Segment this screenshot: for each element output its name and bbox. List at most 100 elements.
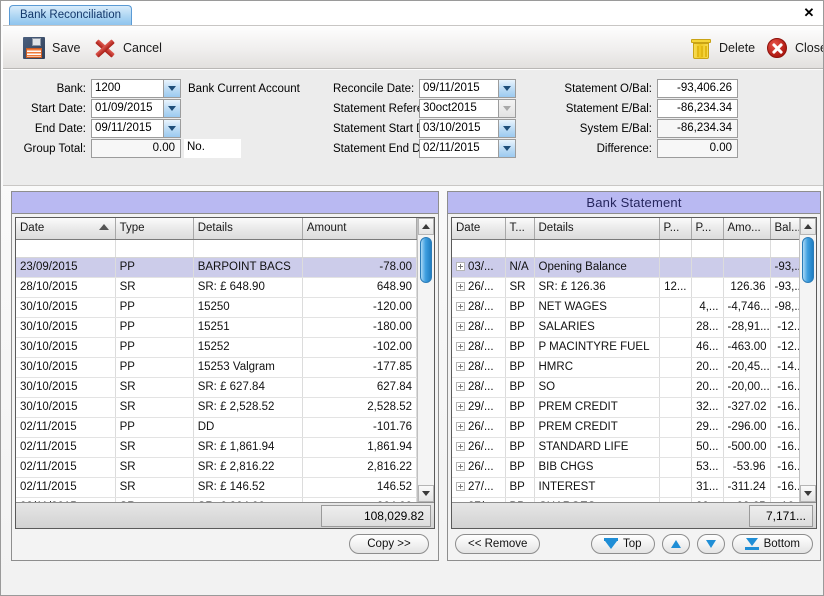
filter-cell-paid-in[interactable] xyxy=(659,239,691,257)
end-date-value[interactable]: 09/11/2015 xyxy=(92,120,163,137)
scroll-down-icon[interactable] xyxy=(800,485,816,502)
expand-row-icon[interactable] xyxy=(456,262,465,271)
right-scroll-thumb[interactable] xyxy=(802,237,814,283)
chevron-down-icon[interactable] xyxy=(163,120,180,137)
copy-button[interactable]: Copy >> xyxy=(349,534,429,554)
move-bottom-button[interactable]: Bottom xyxy=(732,534,813,554)
column-header-amount[interactable]: Amo... xyxy=(723,218,770,239)
save-button[interactable]: Save xyxy=(17,32,85,64)
right-scroll-track[interactable] xyxy=(800,235,816,485)
filter-cell-details[interactable] xyxy=(534,239,659,257)
table-row[interactable]: 02/11/2015PPDD-101.76 xyxy=(16,417,417,437)
chevron-down-icon[interactable] xyxy=(163,80,180,97)
cancel-button[interactable]: Cancel xyxy=(88,32,166,64)
move-down-button[interactable] xyxy=(697,534,725,554)
scroll-up-icon[interactable] xyxy=(800,218,816,235)
table-row[interactable]: 30/10/2015PP15250-120.00 xyxy=(16,297,417,317)
filter-cell-paid-out[interactable] xyxy=(691,239,723,257)
table-row[interactable]: 30/10/2015SRSR: £ 627.84627.84 xyxy=(16,377,417,397)
column-header-type[interactable]: Type xyxy=(115,218,193,239)
table-row[interactable]: 28/...BPNET WAGES4,...-4,746...-98,... xyxy=(452,297,799,317)
statement-start-date-value[interactable]: 03/10/2015 xyxy=(420,120,498,137)
filter-cell-type[interactable] xyxy=(115,239,193,257)
table-row[interactable]: 03/...N/AOpening Balance-93,... xyxy=(452,257,799,277)
left-scroll-thumb[interactable] xyxy=(420,237,432,283)
move-top-button[interactable]: Top xyxy=(591,534,655,554)
chevron-down-icon[interactable] xyxy=(163,100,180,117)
column-header-paid-in[interactable]: P... xyxy=(659,218,691,239)
expand-row-icon[interactable] xyxy=(456,462,465,471)
table-row[interactable]: 26/...BPSTANDARD LIFE50...-500.00-16... xyxy=(452,437,799,457)
column-header-balance[interactable]: Bal... xyxy=(770,218,799,239)
statement-reference-value[interactable]: 30oct2015 xyxy=(420,100,498,117)
table-row[interactable]: 30/10/2015PP15252-102.00 xyxy=(16,337,417,357)
statement-start-date-combo[interactable]: 03/10/2015 xyxy=(419,119,516,138)
column-header-details[interactable]: Details xyxy=(193,218,302,239)
column-header-type[interactable]: T... xyxy=(505,218,534,239)
table-row[interactable]: 02/11/2015SRSR: £ 146.52146.52 xyxy=(16,477,417,497)
table-row[interactable]: 29/...BPPREM CREDIT32...-327.02-16... xyxy=(452,397,799,417)
filter-row[interactable] xyxy=(452,239,799,257)
table-row[interactable]: 02/11/2015SRSR: £ 2,816.222,816.22 xyxy=(16,457,417,477)
table-row[interactable]: 28/10/2015SRSR: £ 648.90648.90 xyxy=(16,277,417,297)
expand-row-icon[interactable] xyxy=(456,282,465,291)
statement-obal-value[interactable]: -93,406.26 xyxy=(657,79,738,98)
start-date-combo[interactable]: 01/09/2015 xyxy=(91,99,181,118)
reconcile-date-combo[interactable]: 09/11/2015 xyxy=(419,79,516,98)
column-header-amount[interactable]: Amount xyxy=(302,218,416,239)
column-header-date[interactable]: Date xyxy=(16,218,115,239)
filter-cell-details[interactable] xyxy=(193,239,302,257)
table-row[interactable]: 23/09/2015PPBARPOINT BACS-78.00 xyxy=(16,257,417,277)
table-row[interactable]: 30/10/2015PP15251-180.00 xyxy=(16,317,417,337)
column-header-details[interactable]: Details xyxy=(534,218,659,239)
expand-row-icon[interactable] xyxy=(456,342,465,351)
statement-reference-combo[interactable]: 30oct2015 xyxy=(419,99,516,118)
expand-row-icon[interactable] xyxy=(456,322,465,331)
scroll-down-icon[interactable] xyxy=(418,485,434,502)
reconcile-date-value[interactable]: 09/11/2015 xyxy=(420,80,498,97)
expand-row-icon[interactable] xyxy=(456,442,465,451)
window-close-icon[interactable]: ✕ xyxy=(801,5,817,21)
filter-cell-date[interactable] xyxy=(16,239,115,257)
left-scroll-track[interactable] xyxy=(418,235,434,485)
filter-row[interactable] xyxy=(16,239,417,257)
filter-cell-type[interactable] xyxy=(505,239,534,257)
delete-button[interactable]: Delete xyxy=(684,32,759,64)
filter-cell-amount[interactable] xyxy=(302,239,416,257)
statement-ebal-value[interactable]: -86,234.34 xyxy=(657,99,738,118)
right-grid-scrollbar[interactable] xyxy=(799,218,816,502)
close-button[interactable]: Close xyxy=(760,32,824,64)
column-header-date[interactable]: Date xyxy=(452,218,505,239)
bank-combo[interactable]: 1200 xyxy=(91,79,181,98)
bank-value[interactable]: 1200 xyxy=(92,80,163,97)
column-header-paid-out[interactable]: P... xyxy=(691,218,723,239)
table-row[interactable]: 26/...BPBIB CHGS53...-53.96-16... xyxy=(452,457,799,477)
tab-bank-reconciliation[interactable]: Bank Reconciliation xyxy=(9,5,132,25)
expand-row-icon[interactable] xyxy=(456,402,465,411)
table-row[interactable]: 26/...SRSR: £ 126.3612...126.36-93,... xyxy=(452,277,799,297)
end-date-combo[interactable]: 09/11/2015 xyxy=(91,119,181,138)
table-row[interactable]: 02/11/2015SRSR: £ 1,861.941,861.94 xyxy=(16,437,417,457)
filter-cell-amount[interactable] xyxy=(723,239,770,257)
start-date-value[interactable]: 01/09/2015 xyxy=(92,100,163,117)
table-row[interactable]: 27/...BPINTEREST31...-311.24-16... xyxy=(452,477,799,497)
filter-cell-date[interactable] xyxy=(452,239,505,257)
statement-end-date-combo[interactable]: 02/11/2015 xyxy=(419,139,516,158)
expand-row-icon[interactable] xyxy=(456,382,465,391)
table-row[interactable]: 28/...BPHMRC20...-20,45...-14... xyxy=(452,357,799,377)
remove-button[interactable]: << Remove xyxy=(455,534,540,554)
table-row[interactable]: 30/10/2015SRSR: £ 2,528.522,528.52 xyxy=(16,397,417,417)
filter-cell-balance[interactable] xyxy=(770,239,799,257)
chevron-down-icon[interactable] xyxy=(498,80,515,97)
expand-row-icon[interactable] xyxy=(456,362,465,371)
table-row[interactable]: 30/10/2015PP15253 Valgram-177.85 xyxy=(16,357,417,377)
move-up-button[interactable] xyxy=(662,534,690,554)
table-row[interactable]: 26/...BPPREM CREDIT29...-296.00-16... xyxy=(452,417,799,437)
scroll-up-icon[interactable] xyxy=(418,218,434,235)
statement-end-date-value[interactable]: 02/11/2015 xyxy=(420,140,498,157)
expand-row-icon[interactable] xyxy=(456,302,465,311)
chevron-down-icon[interactable] xyxy=(498,140,515,157)
expand-row-icon[interactable] xyxy=(456,422,465,431)
table-row[interactable]: 28/...BPSO20...-20,00...-16... xyxy=(452,377,799,397)
expand-row-icon[interactable] xyxy=(456,482,465,491)
